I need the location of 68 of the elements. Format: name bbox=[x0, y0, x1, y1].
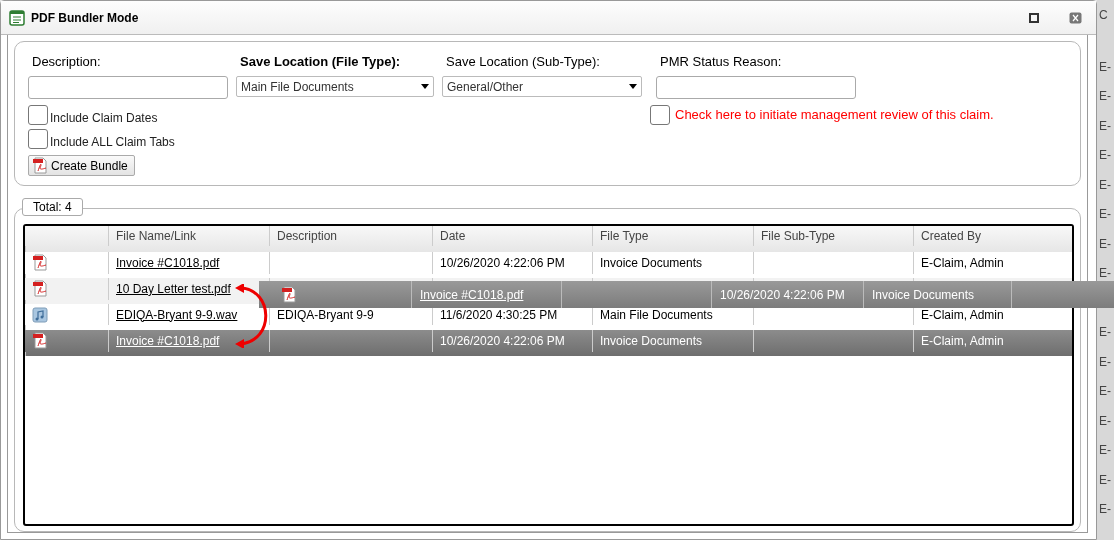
caret-icon bbox=[629, 84, 637, 89]
pdf-icon bbox=[32, 280, 48, 298]
maximize-icon[interactable] bbox=[1029, 12, 1039, 23]
table-cell-text: E- bbox=[1099, 383, 1112, 401]
table-cell-text: E- bbox=[1099, 88, 1112, 106]
column-header: C bbox=[1099, 7, 1109, 24]
sub-type-dropdown[interactable]: General/Other bbox=[442, 76, 642, 97]
table-cell: 11/6/2020 4:30:25 PM bbox=[440, 307, 558, 322]
close-icon[interactable] bbox=[1069, 11, 1082, 24]
status-reason-field[interactable] bbox=[656, 76, 856, 99]
field-label: Save Location (Sub-Type): bbox=[446, 54, 601, 70]
table-cell: Invoice Documents bbox=[872, 287, 975, 302]
field-label: PMR Status Reason: bbox=[660, 54, 783, 70]
caret-icon bbox=[421, 84, 429, 89]
table-cell: EDIQA-Bryant 9-9 bbox=[277, 307, 374, 322]
table-cell-text: E- bbox=[1099, 471, 1112, 489]
pdf-icon bbox=[32, 332, 48, 350]
file-link[interactable]: Invoice #C1018.pdf bbox=[116, 333, 220, 348]
table-cell-text: E- bbox=[1099, 206, 1112, 224]
column-header[interactable]: Date bbox=[432, 226, 592, 246]
window-title: PDF Bundler Mode bbox=[31, 10, 140, 25]
document-icon bbox=[9, 9, 25, 26]
pdf-icon bbox=[32, 157, 48, 174]
checkbox[interactable] bbox=[28, 105, 48, 125]
file-link[interactable]: Invoice #C1018.pdf bbox=[420, 287, 524, 302]
field-label: Save Location (File Type): bbox=[240, 54, 402, 70]
checkbox[interactable] bbox=[650, 105, 670, 125]
table-cell-text: E- bbox=[1099, 324, 1112, 342]
table-cell-text: E- bbox=[1099, 265, 1112, 283]
table-cell: E-Claim, Admin bbox=[921, 333, 1004, 348]
table-cell: 10/26/2020 4:22:06 PM bbox=[440, 333, 565, 348]
checkbox[interactable] bbox=[28, 129, 48, 149]
table-cell-text: E- bbox=[1099, 117, 1112, 135]
table-cell: Invoice Documents bbox=[600, 255, 703, 270]
review-checkbox-label: Check here to initiate management review of this claim. bbox=[675, 107, 994, 122]
create-bundle-button[interactable]: Create Bundle bbox=[28, 155, 135, 176]
checkbox-label: Include ALL Claim Tabs bbox=[50, 135, 175, 149]
table-row[interactable]: Invoice #C1018.pdf 10/26/2020 4:22:06 PM Invoice Documents E-Claim, Admin bbox=[25, 330, 1072, 356]
column-header[interactable]: File Name/Link bbox=[108, 226, 269, 246]
column-header[interactable]: Description bbox=[269, 226, 432, 246]
file-type-dropdown[interactable]: Main File Documents bbox=[236, 76, 434, 97]
total-count: Total: 4 bbox=[22, 198, 83, 216]
table-cell-text: E- bbox=[1099, 353, 1112, 371]
file-link[interactable]: 10 Day Letter test.pdf bbox=[116, 281, 231, 296]
table-cell-text: E- bbox=[1099, 147, 1112, 165]
pdf-icon bbox=[281, 286, 297, 303]
table-cell-text: E- bbox=[1099, 442, 1112, 460]
table-cell-text: E- bbox=[1099, 176, 1112, 194]
column-header[interactable]: File Sub-Type bbox=[753, 226, 913, 246]
table-cell-text: E- bbox=[1099, 412, 1112, 430]
column-header[interactable]: File Type bbox=[592, 226, 753, 246]
table-cell-text: E- bbox=[1099, 235, 1112, 253]
checkbox-label: Include Claim Dates bbox=[50, 111, 158, 125]
file-link[interactable]: Invoice #C1018.pdf bbox=[116, 255, 220, 270]
table-cell: E-Claim, Admin bbox=[921, 255, 1004, 270]
table-cell: 10/26/2020 4:22:06 PM bbox=[720, 287, 845, 302]
column-header[interactable]: Created By bbox=[913, 226, 1072, 246]
table-cell: Invoice Documents bbox=[600, 333, 703, 348]
table-cell-text: E- bbox=[1099, 58, 1112, 76]
table-cell: E-Claim, Admin bbox=[921, 307, 1004, 322]
music-file-icon bbox=[32, 306, 48, 323]
table-cell-text: E- bbox=[1099, 501, 1112, 519]
table-cell: 10/26/2020 4:22:06 PM bbox=[440, 255, 565, 270]
field-label: Description: bbox=[32, 54, 102, 70]
table-cell: Main File Documents bbox=[600, 307, 713, 322]
description-field[interactable] bbox=[28, 76, 228, 99]
file-link[interactable]: EDIQA-Bryant 9-9.wav bbox=[116, 307, 238, 322]
pdf-icon bbox=[32, 254, 48, 272]
